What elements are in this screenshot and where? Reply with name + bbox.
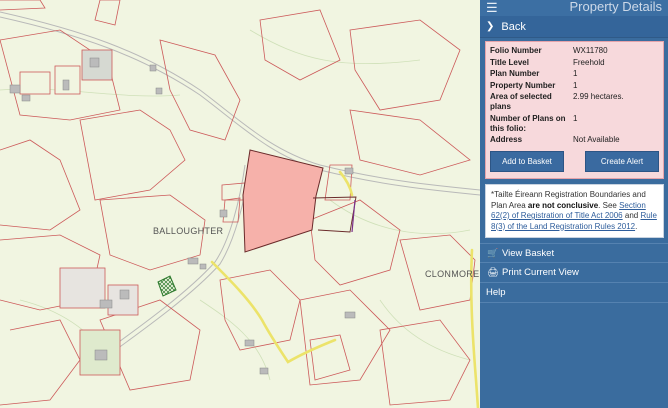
disclaimer-text: and: [622, 211, 641, 220]
detail-value: Not Available: [573, 135, 620, 144]
disclaimer-text: .: [635, 221, 638, 231]
print-icon: 🖨: [487, 267, 499, 277]
create-alert-button[interactable]: Create Alert: [585, 151, 659, 172]
detail-row-property-number: Property Number 1: [490, 81, 659, 91]
detail-label: Property Number: [490, 80, 556, 90]
back-button[interactable]: ❯ Back: [480, 16, 668, 38]
detail-value: 2.99 hectares.: [573, 92, 624, 101]
cart-icon: 🛒: [487, 247, 499, 258]
panel-header: ☰ Property Details: [480, 0, 668, 16]
townland-label-clonmore: CLONMORE: [425, 269, 480, 279]
detail-value: 1: [573, 113, 578, 123]
detail-value: Freehold: [573, 57, 605, 67]
nav-label: Help: [486, 287, 506, 298]
detail-row-plan-number: Plan Number 1: [490, 69, 659, 79]
add-to-basket-button[interactable]: Add to Basket: [490, 151, 564, 172]
back-label: Back: [501, 20, 526, 33]
detail-value: 1: [573, 69, 578, 78]
detail-row-area: Area of selected plans 2.99 hectares.: [490, 92, 659, 112]
print-current-view-button[interactable]: 🖨 Print Current View: [480, 263, 668, 283]
detail-label: Address: [490, 135, 523, 144]
detail-row-title-level: Title Level Freehold: [490, 58, 659, 68]
detail-label: Title Level: [490, 57, 529, 67]
map-view[interactable]: BALLOUGHTER CLONMORE: [0, 0, 480, 408]
view-basket-button[interactable]: 🛒 View Basket: [480, 243, 668, 263]
hamburger-menu-icon[interactable]: ☰: [486, 1, 498, 14]
help-button[interactable]: Help: [480, 283, 668, 303]
chevron-right-icon: ❯: [486, 21, 495, 32]
detail-label: Area of selected plans: [490, 92, 552, 111]
property-details-panel: ☰ Property Details ❯ Back Folio Number W…: [480, 0, 668, 408]
folio-details-card: Folio Number WX11780 Title Level Freehol…: [485, 41, 664, 179]
detail-row-folio-number: Folio Number WX11780: [490, 46, 659, 56]
detail-label: Number of Plans on this folio:: [490, 113, 566, 133]
disclaimer-text: . See: [598, 200, 620, 210]
detail-value: WX11780: [573, 46, 608, 55]
nav-label: Print Current View: [502, 267, 579, 278]
panel-title: Property Details: [569, 0, 662, 14]
nav-label: View Basket: [502, 247, 555, 259]
townland-label-balloughter: BALLOUGHTER: [153, 226, 224, 236]
action-buttons: Add to Basket Create Alert: [490, 151, 659, 172]
detail-label: Folio Number: [490, 46, 542, 55]
detail-row-plan-count: Number of Plans on this folio: 1: [490, 114, 659, 134]
map-canvas[interactable]: [0, 0, 480, 408]
detail-label: Plan Number: [490, 69, 540, 78]
disclaimer-note: *Tailte Éireann Registration Boundaries …: [485, 184, 664, 238]
detail-row-address: Address Not Available: [490, 135, 659, 145]
detail-value: 1: [573, 80, 578, 90]
disclaimer-emphasis: are not conclusive: [527, 200, 599, 210]
